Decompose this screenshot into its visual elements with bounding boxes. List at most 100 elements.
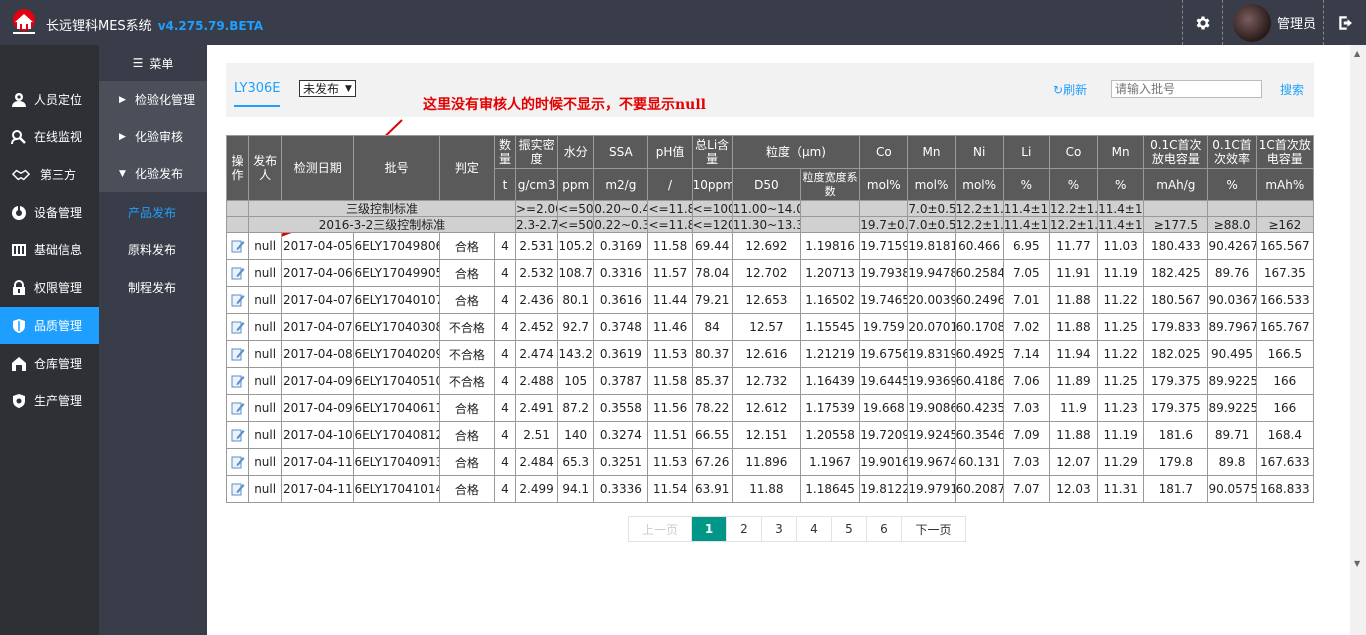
- table-cell: 60.131: [954, 448, 1004, 476]
- status-select[interactable]: 未发布 ▼: [299, 80, 356, 97]
- prev-page-button[interactable]: 上一页: [629, 517, 692, 541]
- edit-icon[interactable]: [231, 428, 245, 442]
- unit-cell: t: [493, 168, 517, 201]
- page-button-2[interactable]: 2: [727, 517, 762, 541]
- table-cell: 11.77: [1048, 232, 1099, 260]
- table-cell: 4: [493, 313, 517, 341]
- sidebar: 人员定位 在线监视 第三方 设备管理 基础信息 权限管理 品质管理 仓库管理 生…: [0, 45, 99, 635]
- subnav-item-material-publish[interactable]: 原料发布: [99, 231, 207, 268]
- edit-icon[interactable]: [231, 239, 245, 253]
- sub-navigation: ☰ 菜单 ▶ 检验化管理 ▶ 化验审核 ▼ 化验发布 产品发布 原料发布 制程发…: [99, 45, 207, 635]
- action-cell: [225, 232, 250, 260]
- table-cell: 11.23: [1097, 394, 1145, 422]
- subnav-item-label: 产品发布: [128, 206, 177, 220]
- subnav-item-process-publish[interactable]: 制程发布: [99, 269, 207, 306]
- page-button-3[interactable]: 3: [762, 517, 797, 541]
- sidebar-item-warehouse[interactable]: 仓库管理: [0, 345, 99, 382]
- col-01c-capacity: 0.1C首次放电容量: [1143, 135, 1209, 169]
- action-cell: [225, 259, 250, 287]
- table-cell: 11.58: [647, 367, 693, 395]
- table-cell: 7.07: [1002, 475, 1050, 503]
- sidebar-item-label: 品质管理: [34, 319, 83, 333]
- standard-cell: <=500: [557, 200, 595, 217]
- table-cell: 89.76: [1207, 259, 1257, 287]
- tab-ly306e[interactable]: LY306E: [234, 81, 281, 107]
- app-logo-icon: [13, 9, 35, 34]
- table-cell: 60.466: [954, 232, 1004, 260]
- col-01c-efficiency: 0.1C首次效率: [1207, 135, 1257, 169]
- unit-cell: D50: [731, 168, 802, 201]
- table-cell: 1.19816: [799, 232, 861, 260]
- col-ssa: SSA: [593, 135, 649, 169]
- table-cell: 167.633: [1255, 448, 1315, 476]
- sidebar-item-basic-info[interactable]: 基础信息: [0, 231, 99, 268]
- sidebar-item-label: 第三方: [40, 168, 77, 182]
- table-row: null 2017-04-11 6ELY17040913 合格 4 2.484 65.3 0.…: [225, 448, 1315, 476]
- subnav-group-inspection[interactable]: ▶ 检验化管理: [99, 81, 207, 118]
- table-cell: 19.9016: [859, 448, 909, 476]
- edit-icon[interactable]: [231, 401, 245, 415]
- standard-cell: <=120: [691, 216, 733, 233]
- table-cell: 0.3274: [593, 421, 649, 449]
- subnav-group-review[interactable]: ▶ 化验审核: [99, 118, 207, 155]
- batch-search-input[interactable]: [1111, 80, 1262, 98]
- subnav-item-product-publish[interactable]: 产品发布: [99, 194, 207, 231]
- edit-icon[interactable]: [231, 347, 245, 361]
- standard-cell: 11.4±1.0: [1002, 200, 1050, 217]
- search-button[interactable]: 搜索: [1280, 81, 1304, 98]
- table-cell: 19.7159: [859, 232, 909, 260]
- table-cell: 2.499: [514, 475, 559, 503]
- unit-cell: m2/g: [593, 168, 649, 201]
- page-button-4[interactable]: 4: [797, 517, 832, 541]
- table-cell: 7.02: [1002, 313, 1050, 341]
- page-button-5[interactable]: 5: [832, 517, 867, 541]
- standard-cell: 12.2±1.0: [1048, 216, 1099, 233]
- sidebar-item-device[interactable]: 设备管理: [0, 194, 99, 231]
- menu-header[interactable]: ☰ 菜单: [99, 45, 207, 81]
- scroll-down-icon[interactable]: ▼: [1354, 559, 1360, 568]
- user-menu[interactable]: 管理员: [1222, 0, 1324, 45]
- sidebar-item-third-party[interactable]: 第三方: [0, 156, 99, 193]
- sidebar-item-personnel[interactable]: 人员定位: [0, 81, 99, 118]
- edit-icon[interactable]: [231, 455, 245, 469]
- edit-icon[interactable]: [231, 266, 245, 280]
- table-cell: 1.15545: [799, 313, 861, 341]
- table-cell: 19.7209: [859, 421, 909, 449]
- settings-button[interactable]: [1182, 0, 1222, 45]
- standard-cell: 11.4±1.0: [1097, 216, 1145, 233]
- table-cell: 63.91: [691, 475, 733, 503]
- page-button-6[interactable]: 6: [867, 517, 902, 541]
- page-button-1[interactable]: 1: [692, 517, 727, 541]
- standard-cell: 7.0±0.5: [907, 216, 956, 233]
- table-cell: null: [248, 394, 283, 422]
- vertical-scrollbar[interactable]: ▲ ▼: [1350, 45, 1366, 635]
- edit-icon[interactable]: [231, 374, 245, 388]
- next-page-button[interactable]: 下一页: [902, 517, 965, 541]
- table-cell: 165.767: [1255, 313, 1315, 341]
- edit-icon[interactable]: [231, 293, 245, 307]
- col-co-1: Co: [859, 135, 909, 169]
- caret-down-icon: ▼: [345, 83, 352, 94]
- col-ph: pH值: [647, 135, 693, 169]
- sidebar-item-quality[interactable]: 品质管理: [0, 307, 99, 344]
- subnav-group-publish[interactable]: ▼ 化验发布: [99, 155, 207, 192]
- logout-button[interactable]: [1326, 0, 1366, 45]
- edit-icon[interactable]: [231, 320, 245, 334]
- sidebar-item-production[interactable]: 生产管理: [0, 382, 99, 419]
- col-date: 检测日期: [281, 135, 355, 201]
- scroll-up-icon[interactable]: ▲: [1354, 49, 1360, 58]
- table-cell: 90.0367: [1207, 286, 1257, 314]
- avatar: [1233, 3, 1271, 42]
- table-cell: 60.4925: [954, 340, 1004, 368]
- sidebar-item-monitor[interactable]: 在线监视: [0, 118, 99, 155]
- refresh-button[interactable]: ↻刷新: [1053, 81, 1087, 98]
- sidebar-item-permissions[interactable]: 权限管理: [0, 269, 99, 306]
- table-cell: 12.03: [1048, 475, 1099, 503]
- unit-cell: mol%: [907, 168, 956, 201]
- standard-cell: 12.2±1.0: [954, 216, 1004, 233]
- edit-icon[interactable]: [231, 482, 245, 496]
- sidebar-item-label: 人员定位: [34, 93, 83, 107]
- table-cell: 6ELY17040611: [353, 394, 440, 422]
- standard-cell: 0.22~0.38: [593, 216, 649, 233]
- shield-icon: [10, 317, 28, 335]
